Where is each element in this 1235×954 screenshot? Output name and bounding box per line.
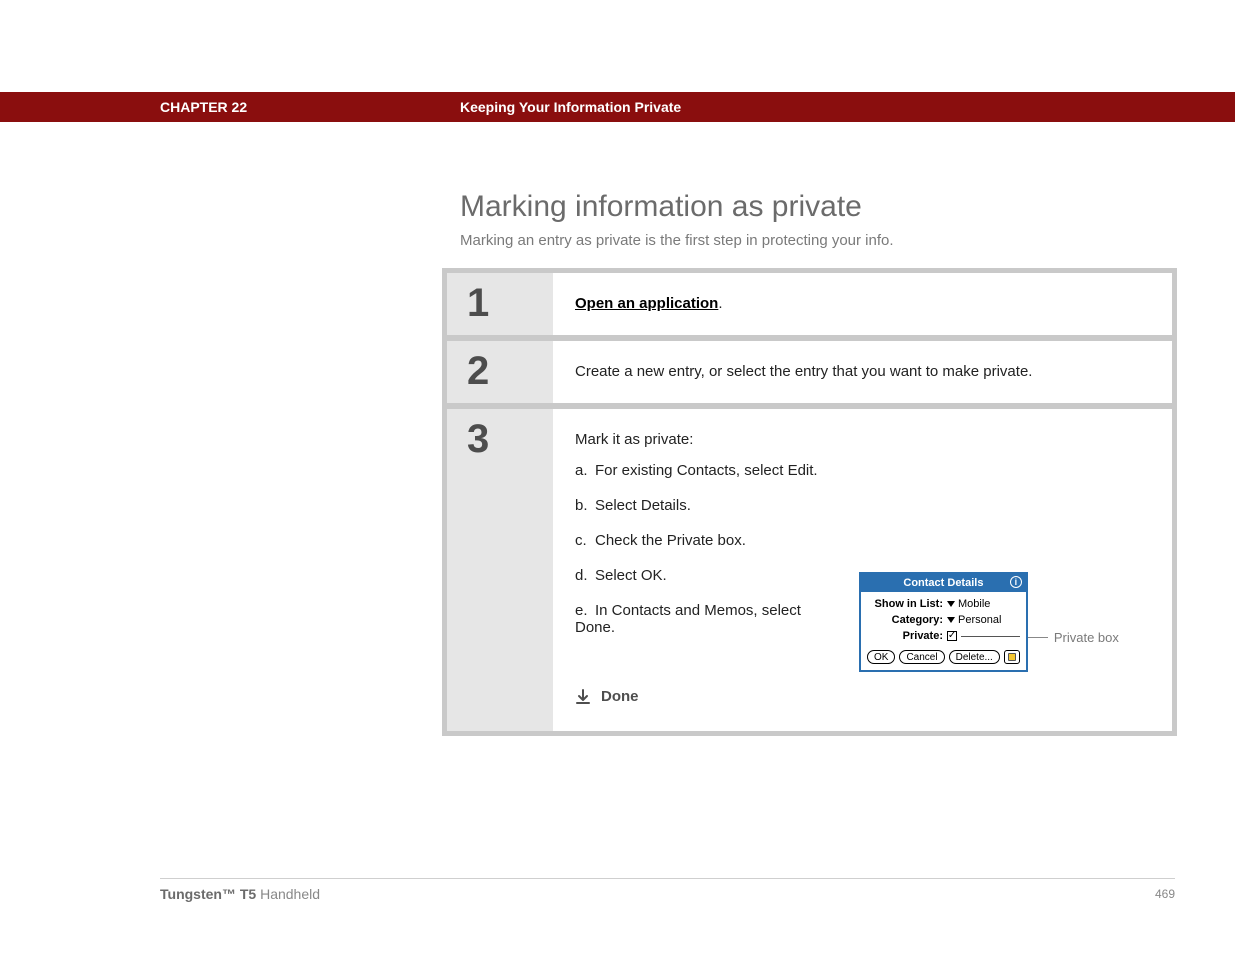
step-2: 2 Create a new entry, or select the entr… <box>447 341 1172 403</box>
figure-callout: Private box <box>1026 630 1119 645</box>
category-label: Category: <box>867 614 943 626</box>
contact-details-dialog: Contact Details i Show in List: Mobile C… <box>859 572 1028 672</box>
list-item: c.Check the Private box. <box>575 532 839 549</box>
list-item: b.Select Details. <box>575 497 839 514</box>
step-3-intro: Mark it as private: <box>575 431 1152 448</box>
dialog-body: Show in List: Mobile Category: Personal … <box>861 592 1026 670</box>
brand-label: Tungsten™ T5 Handheld <box>160 886 320 902</box>
list-marker: b. <box>575 497 595 514</box>
steps-container: 1 Open an application. 2 Create a new en… <box>442 268 1177 736</box>
list-marker: d. <box>575 567 595 584</box>
category-value: Personal <box>958 614 1001 626</box>
callout-connector <box>961 636 1020 637</box>
chapter-title: Keeping Your Information Private <box>460 92 681 122</box>
private-checkbox: ✓ <box>947 631 957 641</box>
ok-button: OK <box>867 650 895 664</box>
list-text: Select Details. <box>595 497 691 514</box>
step-content: Open an application. <box>553 273 1172 335</box>
chapter-bar: CHAPTER 22 Keeping Your Information Priv… <box>0 92 1235 122</box>
note-button <box>1004 650 1020 664</box>
show-in-list-label: Show in List: <box>867 598 943 610</box>
step-number-cell: 1 <box>447 273 553 335</box>
note-icon <box>1008 653 1016 661</box>
done-label: Done <box>601 688 639 705</box>
page-heading: Marking information as private <box>460 190 862 224</box>
private-label: Private: <box>867 630 943 642</box>
step-number: 1 <box>467 283 489 323</box>
step-number: 3 <box>467 419 489 459</box>
list-text: Select OK. <box>595 567 667 584</box>
open-application-link[interactable]: Open an application <box>575 295 718 312</box>
step-3-list: a.For existing Contacts, select Edit. b.… <box>575 462 839 672</box>
show-in-list-value: Mobile <box>958 598 990 610</box>
list-marker: e. <box>575 602 595 619</box>
page-subheading: Marking an entry as private is the first… <box>460 232 894 249</box>
step-number-cell: 2 <box>447 341 553 403</box>
chapter-label: CHAPTER 22 <box>160 99 247 115</box>
step-content: Create a new entry, or select the entry … <box>553 341 1172 403</box>
list-marker: a. <box>575 462 595 479</box>
page-number: 469 <box>1155 887 1175 901</box>
brand-strong: Tungsten™ T5 <box>160 886 256 902</box>
callout-text: Private box <box>1054 630 1119 645</box>
step-number-cell: 3 <box>447 409 553 731</box>
page-footer: Tungsten™ T5 Handheld 469 <box>160 886 1175 902</box>
list-text: For existing Contacts, select Edit. <box>595 462 818 479</box>
step-1-suffix: . <box>718 295 722 312</box>
show-in-list-row: Show in List: Mobile <box>867 596 1020 612</box>
footer-divider <box>160 878 1175 879</box>
dialog-titlebar: Contact Details i <box>861 574 1026 592</box>
done-indicator: Done <box>575 688 1152 705</box>
step-2-text: Create a new entry, or select the entry … <box>575 363 1032 380</box>
download-icon <box>575 689 591 705</box>
dialog-title: Contact Details <box>903 577 983 589</box>
cancel-button: Cancel <box>899 650 944 664</box>
chevron-down-icon <box>947 601 955 607</box>
step-number: 2 <box>467 351 489 391</box>
step-content: Mark it as private: a.For existing Conta… <box>553 409 1172 731</box>
list-text: Check the Private box. <box>595 532 746 549</box>
chevron-down-icon <box>947 617 955 623</box>
callout-line <box>1026 637 1048 638</box>
contact-details-figure: Contact Details i Show in List: Mobile C… <box>859 572 1089 672</box>
brand-rest: Handheld <box>256 886 320 902</box>
category-row: Category: Personal <box>867 612 1020 628</box>
dialog-buttons: OK Cancel Delete... <box>867 650 1020 664</box>
list-item: a.For existing Contacts, select Edit. <box>575 462 839 479</box>
list-item: e.In Contacts and Memos, select Done. <box>575 602 839 636</box>
list-marker: c. <box>575 532 595 549</box>
list-item: d.Select OK. <box>575 567 839 584</box>
step-1: 1 Open an application. <box>447 273 1172 335</box>
list-text: In Contacts and Memos, select Done. <box>575 602 801 636</box>
info-icon: i <box>1010 576 1022 588</box>
step-3: 3 Mark it as private: a.For existing Con… <box>447 409 1172 731</box>
private-row: Private: ✓ <box>867 628 1020 644</box>
delete-button: Delete... <box>949 650 1000 664</box>
